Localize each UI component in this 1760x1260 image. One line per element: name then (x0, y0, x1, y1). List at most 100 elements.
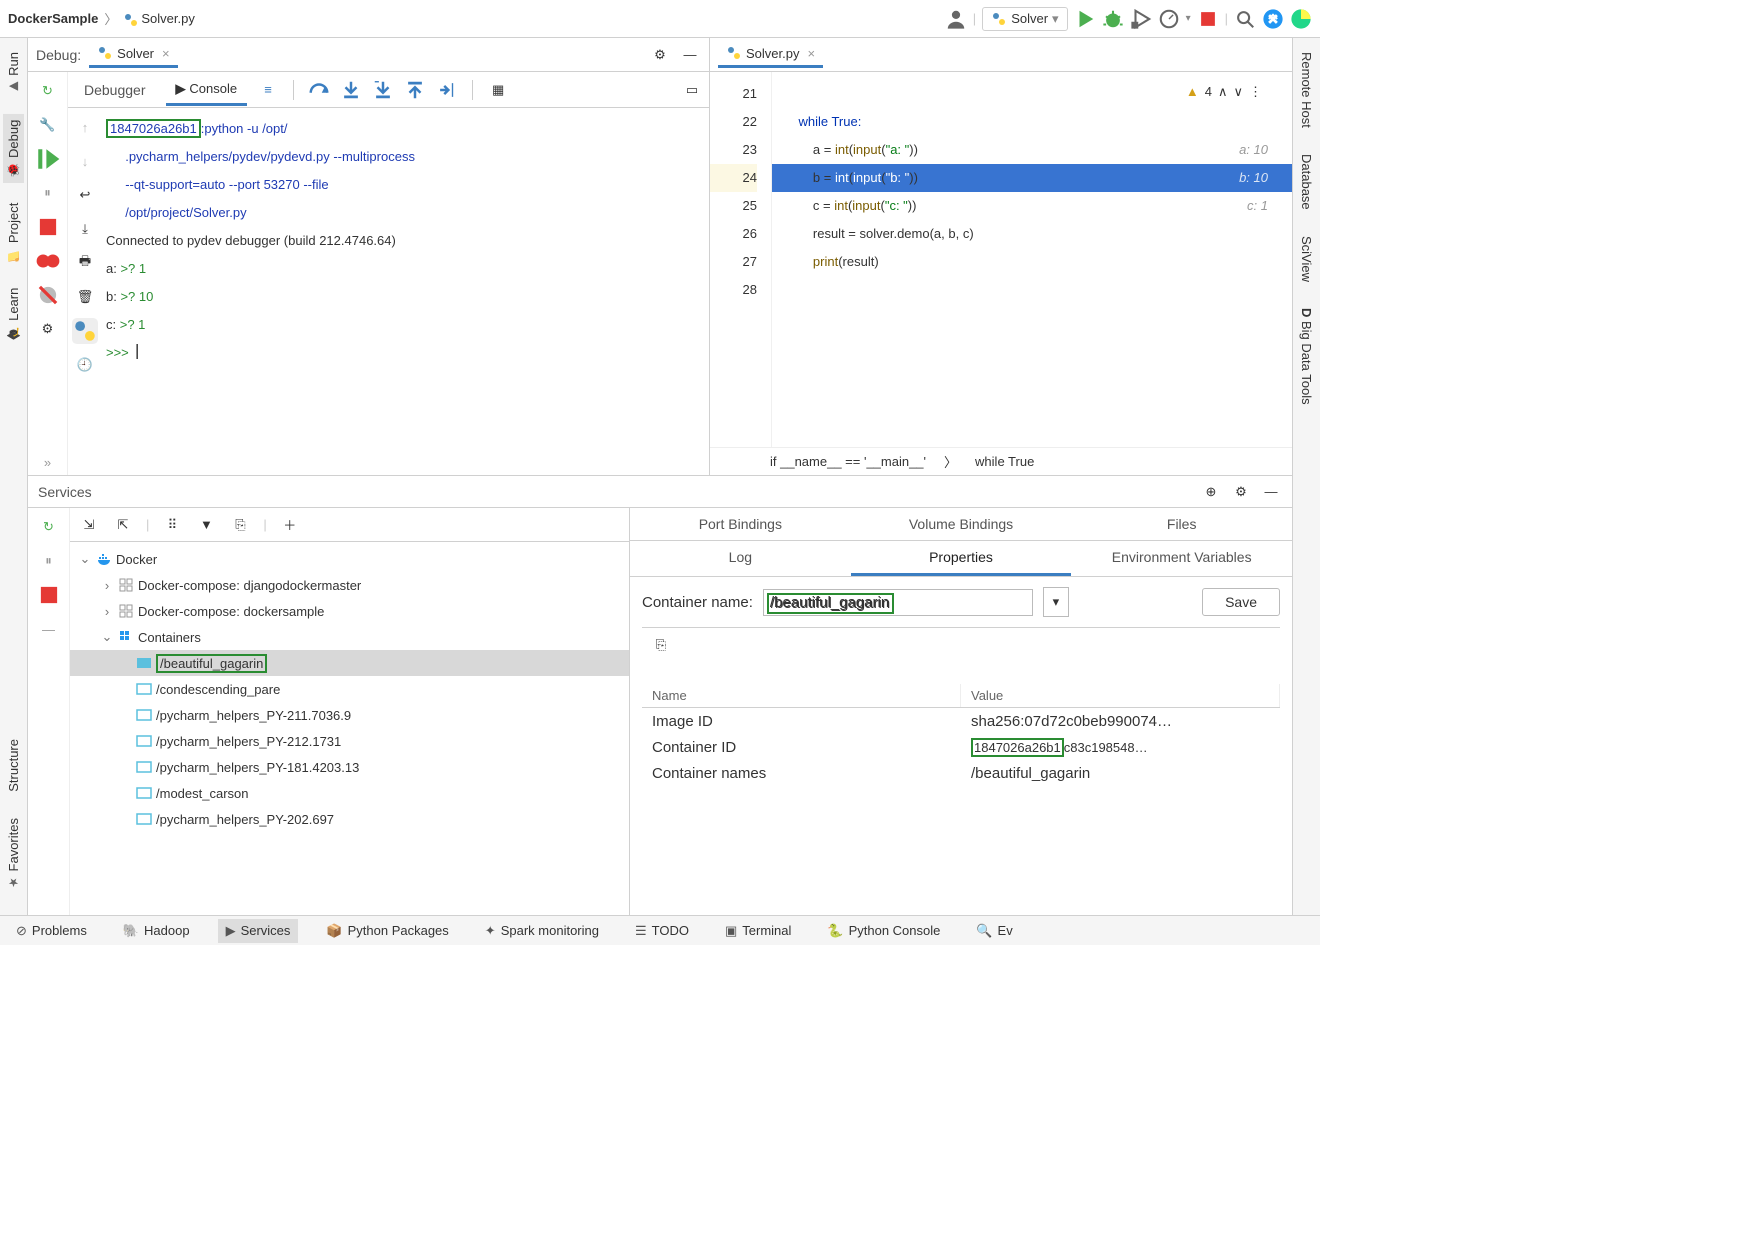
tree-item-container[interactable]: /pycharm_helpers_PY-211.7036.9 (70, 702, 629, 728)
layout-icon[interactable]: ▭ (681, 79, 703, 101)
evaluate-icon[interactable]: ▦ (487, 79, 509, 101)
rerun-icon[interactable]: ↻ (35, 78, 61, 104)
profile-button[interactable] (1158, 8, 1180, 30)
history-dropdown-icon[interactable]: ▾ (1043, 587, 1069, 617)
tree-item-container[interactable]: /condescending_pare (70, 676, 629, 702)
code-area[interactable]: ▲4 ∧ ∨ ⋮ while True: a = int(input("a: "… (772, 72, 1292, 447)
pause-icon[interactable]: ⏸ (35, 180, 61, 206)
scroll-up-icon[interactable]: ↑ (72, 114, 98, 140)
sb-python-console[interactable]: 🐍 Python Console (819, 919, 948, 943)
mute-breakpoints-icon[interactable] (35, 282, 61, 308)
dropdown-arrow-icon[interactable]: ▾ (1186, 13, 1191, 24)
soft-wrap-icon[interactable]: ↩ (72, 182, 98, 208)
stop-button[interactable] (1197, 8, 1219, 30)
threads-icon[interactable]: ≡ (257, 79, 279, 101)
breadcrumb-project[interactable]: DockerSample (8, 11, 98, 26)
minimize-icon[interactable]: — (1260, 481, 1282, 503)
debug-session-tab[interactable]: Solver × (89, 41, 177, 68)
sb-todo[interactable]: ☰ TODO (627, 919, 697, 943)
services-tree[interactable]: ⌄Docker ›Docker-compose: djangodockermas… (70, 542, 629, 915)
print-icon[interactable]: 🖶 (72, 250, 98, 276)
sb-python-packages[interactable]: 📦 Python Packages (318, 919, 456, 943)
tab-port-bindings[interactable]: Port Bindings (630, 508, 851, 540)
tab-properties[interactable]: Properties (851, 541, 1072, 576)
tab-log[interactable]: Log (630, 541, 851, 576)
tree-node-compose[interactable]: ›Docker-compose: djangodockermaster (70, 572, 629, 598)
resume-icon[interactable] (35, 146, 61, 172)
prop-row[interactable]: Container ID 1847026a26b1c83c198548… (642, 734, 1280, 760)
modify-run-icon[interactable]: 🔧 (35, 112, 61, 138)
open-tab-icon[interactable]: ⎘ (229, 514, 251, 536)
tab-database[interactable]: Database (1296, 148, 1317, 216)
next-highlight-icon[interactable]: ∨ (1233, 78, 1243, 106)
target-icon[interactable]: ⊕ (1200, 481, 1222, 503)
tree-item-container[interactable]: /pycharm_helpers_PY-212.1731 (70, 728, 629, 754)
container-name-input[interactable] (763, 589, 1033, 616)
crumb-item[interactable]: if __name__ == '__main__' (770, 454, 926, 469)
tab-learn[interactable]: 🎓 Learn (3, 282, 24, 346)
editor-tab-solver[interactable]: Solver.py × (718, 41, 823, 68)
group-by-icon[interactable]: ⠿ (161, 514, 183, 536)
expand-all-icon[interactable]: ⇲ (78, 514, 100, 536)
tab-favorites[interactable]: ★ Favorites (3, 812, 24, 895)
collapse-all-icon[interactable]: ⇱ (112, 514, 134, 536)
tab-volume-bindings[interactable]: Volume Bindings (851, 508, 1072, 540)
close-icon[interactable]: × (162, 46, 170, 61)
history-icon[interactable]: 🕘 (72, 352, 98, 378)
tab-console[interactable]: ▶ Console (166, 74, 248, 106)
sb-events[interactable]: 🔍 Ev (968, 919, 1020, 943)
sync-icon[interactable] (1262, 8, 1284, 30)
close-icon[interactable]: × (807, 46, 815, 61)
debug-button[interactable] (1102, 8, 1124, 30)
run-button[interactable] (1074, 8, 1096, 30)
filter-icon[interactable]: ▼ (195, 514, 217, 536)
prev-highlight-icon[interactable]: ∧ (1218, 78, 1228, 106)
ide-logo-icon[interactable] (1290, 8, 1312, 30)
view-breakpoints-icon[interactable] (35, 248, 61, 274)
minimize-icon[interactable]: — (679, 44, 701, 66)
search-icon[interactable] (1234, 8, 1256, 30)
tree-node-containers[interactable]: ⌄Containers (70, 624, 629, 650)
step-into-my-icon[interactable] (372, 79, 394, 101)
prop-row[interactable]: Container names /beautiful_gagarin (642, 760, 1280, 786)
tab-debugger[interactable]: Debugger (74, 76, 156, 104)
remove-icon[interactable]: — (36, 616, 62, 642)
more-icon[interactable]: ⋮ (1249, 78, 1262, 106)
gutter[interactable]: 2122232425262728 (710, 72, 772, 447)
step-over-icon[interactable] (308, 79, 330, 101)
more-icon[interactable]: » (35, 449, 61, 475)
gear-icon[interactable]: ⚙ (649, 44, 671, 66)
breadcrumb-file[interactable]: Solver.py (123, 11, 194, 26)
tree-item-container[interactable]: /beautiful_gagarin (70, 650, 629, 676)
pause-icon[interactable]: ⏸ (36, 548, 62, 574)
tree-node-docker[interactable]: ⌄Docker (70, 546, 629, 572)
console-output[interactable]: 1847026a26b1:python -u /opt/ .pycharm_he… (102, 108, 709, 475)
stop-icon[interactable] (36, 582, 62, 608)
python-prompt-icon[interactable] (72, 318, 98, 344)
step-into-icon[interactable] (340, 79, 362, 101)
tab-big-data[interactable]: D Big Data Tools (1296, 302, 1317, 411)
copy-icon[interactable]: ⎘ (650, 634, 672, 656)
sb-terminal[interactable]: ▣ Terminal (717, 919, 799, 943)
clear-icon[interactable]: 🗑 (72, 284, 98, 310)
save-button[interactable]: Save (1202, 588, 1280, 616)
sb-problems[interactable]: ⊘ Problems (8, 919, 95, 943)
tree-item-container[interactable]: /modest_carson (70, 780, 629, 806)
tree-item-container[interactable]: /pycharm_helpers_PY-181.4203.13 (70, 754, 629, 780)
gear-icon[interactable]: ⚙ (1230, 481, 1252, 503)
coverage-button[interactable] (1130, 8, 1152, 30)
scroll-down-icon[interactable]: ↓ (72, 148, 98, 174)
sb-services[interactable]: ▶ Services (218, 919, 299, 943)
tab-project[interactable]: 📁 Project (3, 197, 24, 268)
scroll-end-icon[interactable]: ⤓ (72, 216, 98, 242)
add-icon[interactable]: ＋ (279, 514, 301, 536)
run-to-cursor-icon[interactable] (436, 79, 458, 101)
tree-item-container[interactable]: /pycharm_helpers_PY-202.697 (70, 806, 629, 832)
sb-spark[interactable]: ✦ Spark monitoring (477, 919, 607, 943)
prop-row[interactable]: Image ID sha256:07d72c0beb990074… (642, 708, 1280, 734)
tree-node-compose[interactable]: ›Docker-compose: dockersample (70, 598, 629, 624)
sb-hadoop[interactable]: 🐘 Hadoop (115, 919, 198, 943)
tab-run[interactable]: ▶ Run (3, 46, 24, 100)
crumb-item[interactable]: while True (975, 454, 1034, 469)
rerun-icon[interactable]: ↻ (36, 514, 62, 540)
